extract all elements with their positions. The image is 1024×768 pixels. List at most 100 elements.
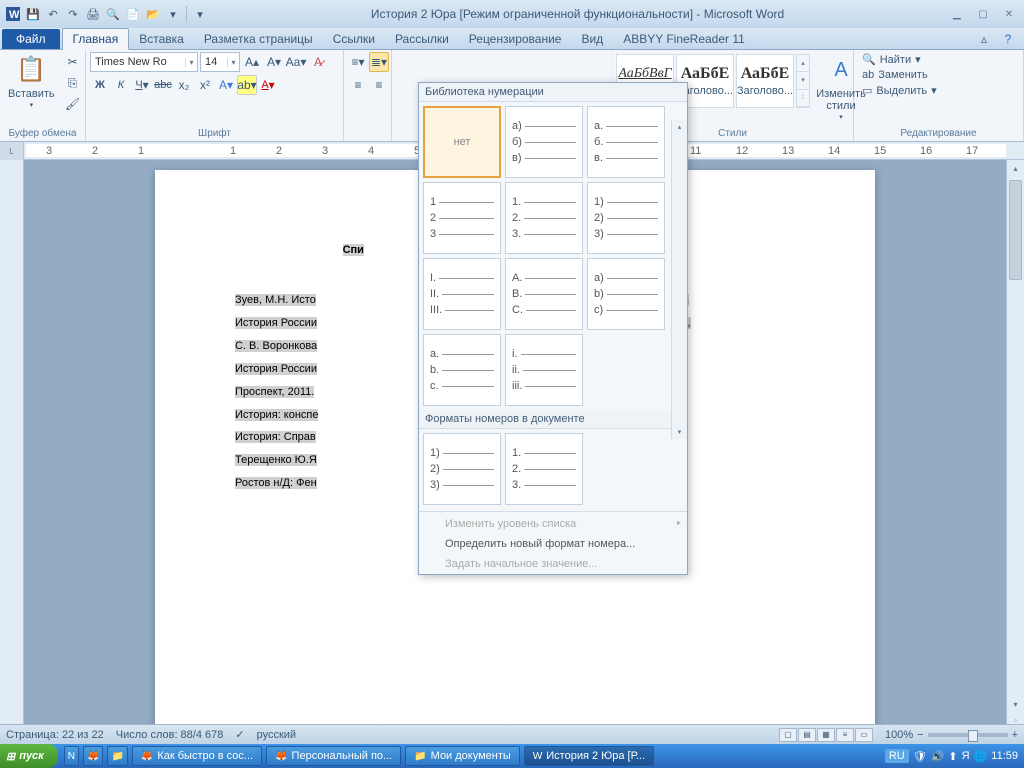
zoom-in-icon[interactable]: + [1012, 729, 1018, 741]
print-icon[interactable]: 🖨 [84, 5, 102, 23]
dropdown-scrollbar[interactable]: ▴ ▾ [671, 120, 687, 439]
word-icon[interactable]: W [4, 5, 22, 23]
clock[interactable]: 11:59 [991, 750, 1018, 762]
maximize-button[interactable]: ▢ [972, 6, 994, 22]
save-icon[interactable]: 💾 [24, 5, 42, 23]
font-size-combo[interactable]: 14▾ [200, 52, 240, 72]
minimize-button[interactable]: ▁ [946, 6, 968, 22]
zoom-control[interactable]: 100% − + [885, 729, 1018, 741]
cut-icon[interactable]: ✂ [63, 52, 83, 72]
tab-layout[interactable]: Разметка страницы [194, 29, 323, 49]
highlight-icon[interactable]: ab▾ [237, 75, 257, 95]
draft-view-icon[interactable]: ▭ [855, 728, 873, 742]
numbering-option[interactable]: нет [423, 106, 501, 178]
style-item[interactable]: АаБбЕЗаголово... [736, 54, 794, 108]
numbering-option[interactable]: а)б)в) [505, 106, 583, 178]
spell-check-icon[interactable]: ✓ [235, 728, 244, 741]
qat-custom-icon[interactable]: ▾ [191, 5, 209, 23]
bold-icon[interactable]: Ж [90, 75, 110, 95]
help-icon[interactable]: ? [998, 29, 1018, 49]
language-status[interactable]: русский [257, 729, 296, 741]
taskbar-item-active[interactable]: W История 2 Юра [Р... [524, 746, 654, 766]
find-button[interactable]: 🔍Найти ▾ [858, 52, 941, 67]
zoom-value[interactable]: 100% [885, 729, 913, 741]
new-icon[interactable]: 📄 [124, 5, 142, 23]
print-layout-view-icon[interactable]: ▢ [779, 728, 797, 742]
quick-launch[interactable]: N [64, 746, 79, 766]
full-screen-view-icon[interactable]: ▤ [798, 728, 816, 742]
vertical-scrollbar[interactable]: ▴ ▾ ◦ ▾ [1006, 160, 1024, 744]
font-color-icon[interactable]: A▾ [258, 75, 278, 95]
tray-icon[interactable]: 🌐 [974, 750, 988, 763]
scrollbar-thumb[interactable] [1009, 180, 1022, 280]
text-effects-icon[interactable]: A▾ [216, 75, 236, 95]
numbering-option[interactable]: 1)2)3) [587, 182, 665, 254]
font-name-combo[interactable]: Times New Ro▾ [90, 52, 198, 72]
zoom-out-icon[interactable]: − [917, 729, 923, 741]
word-count[interactable]: Число слов: 88/4 678 [116, 729, 224, 741]
numbering-option[interactable]: a)b)c) [587, 258, 665, 330]
taskbar-item[interactable]: 🦊 Как быстро в сос... [132, 746, 262, 766]
preview-icon[interactable]: 🔍 [104, 5, 122, 23]
taskbar-item[interactable]: 🦊 Персональный по... [266, 746, 401, 766]
tab-view[interactable]: Вид [571, 29, 613, 49]
numbering-option[interactable]: а.б.в. [587, 106, 665, 178]
superscript-icon[interactable]: x² [195, 75, 215, 95]
numbering-option[interactable]: a.b.c. [423, 334, 501, 406]
tray-icon[interactable]: 🔊 [931, 750, 945, 763]
copy-icon[interactable]: ⎘ [63, 73, 83, 93]
italic-icon[interactable]: К [111, 75, 131, 95]
file-tab[interactable]: Файл [2, 29, 60, 49]
subscript-icon[interactable]: x₂ [174, 75, 194, 95]
tab-review[interactable]: Рецензирование [459, 29, 572, 49]
page-status[interactable]: Страница: 22 из 22 [6, 729, 104, 741]
underline-icon[interactable]: Ч▾ [132, 75, 152, 95]
tab-home[interactable]: Главная [62, 28, 130, 50]
tab-abbyy[interactable]: ABBYY FineReader 11 [613, 29, 755, 49]
align-center-icon[interactable]: ≡ [369, 75, 389, 95]
strike-icon[interactable]: abc [153, 75, 173, 95]
numbering-option[interactable]: I.II.III. [423, 258, 501, 330]
align-left-icon[interactable]: ≡ [348, 75, 368, 95]
tab-insert[interactable]: Вставка [129, 29, 194, 49]
vertical-ruler[interactable] [0, 160, 24, 744]
numbering-icon[interactable]: ≣▾ [369, 52, 389, 72]
clear-format-icon[interactable]: A̷ [308, 52, 328, 72]
open-icon[interactable]: 📂 [144, 5, 162, 23]
tray-icon[interactable]: ⬆ [948, 750, 957, 763]
tray-icon[interactable]: 🛡 [913, 750, 927, 763]
ribbon-minimize-icon[interactable]: ▵ [974, 29, 994, 49]
select-button[interactable]: ▭Выделить ▾ [858, 83, 941, 98]
format-painter-icon[interactable]: 🖌 [63, 94, 83, 114]
define-number-format-menu[interactable]: Определить новый формат номера... [419, 534, 687, 554]
numbering-option[interactable]: 1)2)3) [423, 433, 501, 505]
ruler-corner[interactable]: L [0, 142, 24, 160]
start-button[interactable]: ⊞пуск [0, 744, 58, 768]
styles-scroll[interactable]: ▴▾⁞ [796, 54, 810, 108]
scroll-down-icon[interactable]: ▾ [1007, 696, 1024, 712]
quick-launch[interactable]: 📁 [107, 746, 127, 766]
numbering-option[interactable]: A.B.C. [505, 258, 583, 330]
replace-button[interactable]: abЗаменить [858, 68, 941, 82]
numbering-option[interactable]: 1.2.3. [505, 433, 583, 505]
outline-view-icon[interactable]: ≡ [836, 728, 854, 742]
tab-references[interactable]: Ссылки [323, 29, 385, 49]
web-layout-view-icon[interactable]: ▦ [817, 728, 835, 742]
numbering-option[interactable]: 1.2.3. [505, 182, 583, 254]
taskbar-item[interactable]: 📁 Мои документы [405, 746, 520, 766]
numbering-option[interactable]: i.ii.iii. [505, 334, 583, 406]
undo-icon[interactable]: ↶ [44, 5, 62, 23]
redo-icon[interactable]: ↷ [64, 5, 82, 23]
change-case-icon[interactable]: Aa▾ [286, 52, 306, 72]
tab-mailings[interactable]: Рассылки [385, 29, 459, 49]
quick-launch[interactable]: 🦊 [83, 746, 103, 766]
numbering-option[interactable]: 123 [423, 182, 501, 254]
paste-button[interactable]: 📋 Вставить ▾ [4, 52, 59, 112]
grow-font-icon[interactable]: A▴ [242, 52, 262, 72]
zoom-slider[interactable] [928, 733, 1008, 737]
qat-more-icon[interactable]: ▾ [164, 5, 182, 23]
close-button[interactable]: ✕ [998, 6, 1020, 22]
shrink-font-icon[interactable]: A▾ [264, 52, 284, 72]
language-indicator[interactable]: RU [885, 749, 909, 763]
scroll-up-icon[interactable]: ▴ [1007, 160, 1024, 176]
